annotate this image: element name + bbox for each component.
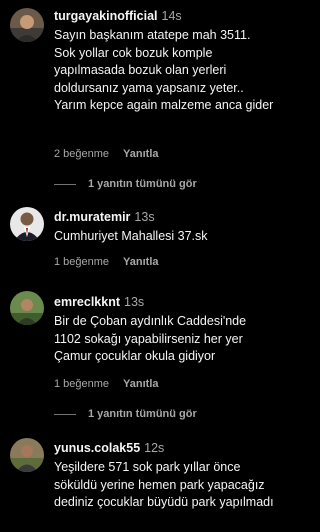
- avatar[interactable]: [10, 438, 44, 472]
- reply-button[interactable]: Yanıtla: [123, 256, 158, 268]
- username[interactable]: turgayakinofficial: [54, 9, 158, 23]
- timestamp: 14s: [161, 9, 182, 23]
- reply-button[interactable]: Yanıtla: [123, 378, 158, 390]
- username[interactable]: emreclkknt: [54, 295, 120, 309]
- divider: [54, 413, 76, 415]
- divider: [54, 183, 76, 185]
- view-replies-label: 1 yanıtın tümünü gör: [88, 408, 197, 420]
- likes-count[interactable]: 1 beğenme: [54, 256, 109, 268]
- comment-text: Cumhuriyet Mahallesi 37.sk: [54, 229, 208, 243]
- avatar[interactable]: [10, 8, 44, 42]
- view-replies-button[interactable]: 1 yanıtın tümünü gör: [54, 178, 197, 190]
- timestamp: 13s: [124, 295, 145, 309]
- username[interactable]: dr.muratemir: [54, 210, 130, 224]
- timestamp: 12s: [144, 441, 165, 455]
- comment-text: Yeşildere 571 sok park yıllar önce sökül…: [54, 460, 274, 509]
- likes-count[interactable]: 1 beğenme: [54, 378, 109, 390]
- comment-text: Sayın başkanım atatepe mah 3511. Sok yol…: [54, 28, 274, 112]
- avatar[interactable]: [10, 207, 44, 241]
- timestamp: 13s: [134, 210, 155, 224]
- reply-button[interactable]: Yanıtla: [123, 148, 158, 160]
- view-replies-button[interactable]: 1 yanıtın tümünü gör: [54, 408, 197, 420]
- comment-text: Bir de Çoban aydınlık Caddesi'nde 1102 s…: [54, 314, 247, 363]
- view-replies-label: 1 yanıtın tümünü gör: [88, 178, 197, 190]
- avatar[interactable]: [10, 291, 44, 325]
- username[interactable]: yunus.colak55: [54, 441, 140, 455]
- likes-count[interactable]: 2 beğenme: [54, 148, 109, 160]
